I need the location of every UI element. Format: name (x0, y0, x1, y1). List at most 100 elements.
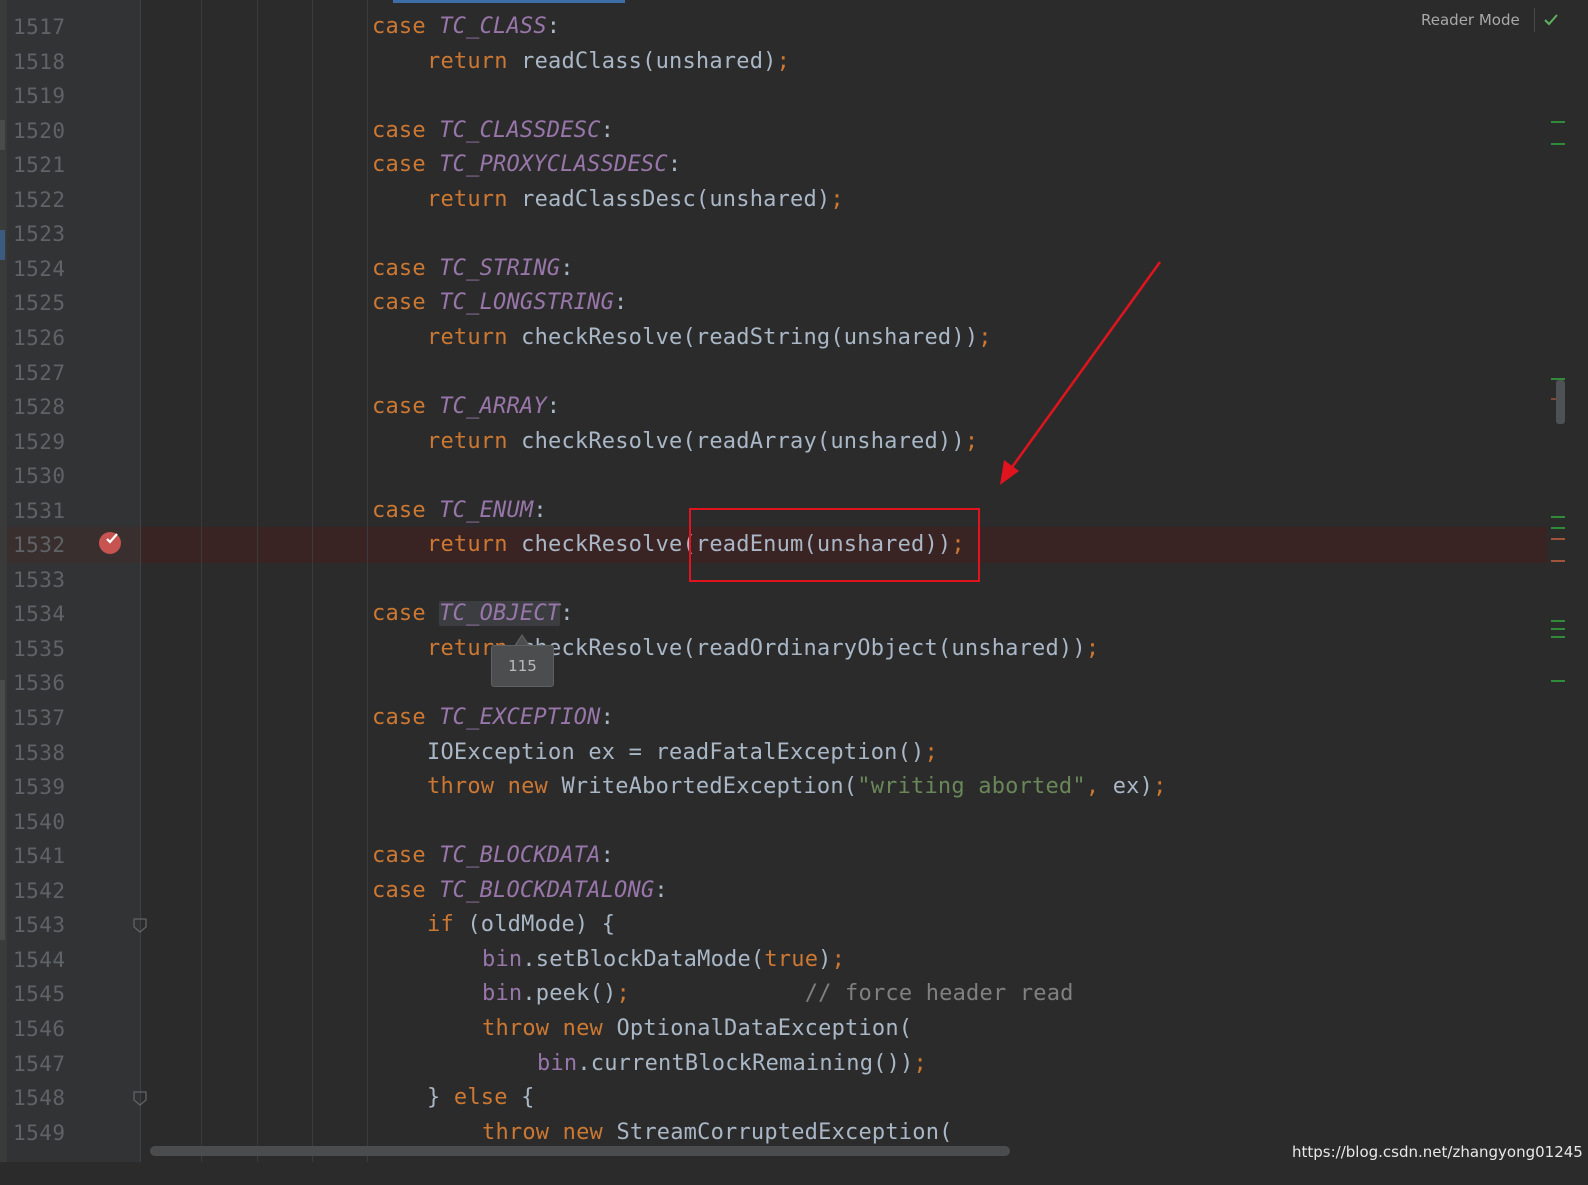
code-line[interactable]: bin.currentBlockRemaining()); (537, 1047, 927, 1081)
code-token: case (372, 290, 440, 316)
code-line[interactable]: case TC_OBJECT: (372, 597, 574, 631)
code-line[interactable]: case TC_EXCEPTION: (372, 701, 614, 735)
change-marker[interactable] (1551, 527, 1565, 529)
code-token: : (546, 14, 561, 39)
line-number[interactable]: 1547 (13, 1047, 73, 1081)
code-line[interactable]: return readClass(unshared); (427, 45, 790, 79)
line-number[interactable]: 1521 (13, 148, 73, 182)
code-line[interactable]: case TC_CLASS: (372, 10, 560, 44)
code-line[interactable]: throw new OptionalDataException( (482, 1012, 912, 1046)
check-icon[interactable] (1543, 12, 1559, 28)
code-line[interactable]: return checkResolve(readArray(unshared))… (427, 425, 978, 459)
inline-value-tooltip: 115 (491, 645, 554, 687)
error-stripe[interactable] (1547, 0, 1588, 1185)
code-token: { (521, 1085, 535, 1111)
code-line[interactable]: return checkResolve(readString(unshared)… (427, 321, 992, 355)
line-number[interactable]: 1530 (13, 459, 73, 493)
code-token: TC_ENUM (439, 497, 534, 523)
line-number[interactable]: 1519 (13, 79, 73, 113)
line-number[interactable]: 1542 (13, 874, 73, 908)
code-line[interactable]: case TC_LONGSTRING: (372, 286, 627, 320)
line-number[interactable]: 1522 (13, 183, 73, 217)
line-number[interactable]: 1541 (13, 839, 73, 873)
code-line[interactable]: case TC_BLOCKDATA: (372, 839, 614, 873)
fold-end-icon[interactable] (133, 1091, 147, 1107)
strip-segment (0, 680, 5, 940)
line-number[interactable]: 1548 (13, 1081, 73, 1115)
code-token: // force header read (804, 981, 1074, 1007)
code-line[interactable]: case TC_BLOCKDATALONG: (372, 874, 668, 908)
code-line[interactable]: IOException ex = readFatalException(); (427, 736, 938, 770)
code-line[interactable]: throw new WriteAbortedException("writing… (427, 770, 1167, 804)
code-token: ) (818, 946, 832, 972)
code-token: bin (537, 1050, 578, 1076)
horizontal-scrollbar-thumb[interactable] (150, 1146, 1010, 1156)
breakpoint-marker[interactable] (1551, 560, 1565, 562)
reader-mode-button[interactable]: Reader Mode (1421, 9, 1520, 31)
line-number[interactable]: 1540 (13, 805, 73, 839)
breakpoint-marker[interactable] (1551, 538, 1565, 540)
line-number[interactable]: 1537 (13, 701, 73, 735)
change-marker[interactable] (1551, 620, 1565, 622)
code-line[interactable]: case TC_PROXYCLASSDESC: (372, 148, 681, 182)
code-token: TC_ARRAY (439, 394, 547, 420)
line-number[interactable]: 1535 (13, 632, 73, 666)
line-number[interactable]: 1523 (13, 217, 73, 251)
line-number[interactable]: 1528 (13, 390, 73, 424)
code-line[interactable]: case TC_CLASSDESC: (372, 114, 614, 148)
code-token: TC_OBJECT (439, 601, 561, 627)
line-number[interactable]: 1543 (13, 908, 73, 942)
code-token: ; (913, 1050, 927, 1076)
code-token: case (372, 705, 440, 730)
code-line[interactable]: } else { (427, 1081, 535, 1115)
code-line[interactable]: case TC_ARRAY: (372, 390, 560, 424)
change-marker[interactable] (1551, 636, 1565, 638)
fold-start-icon[interactable] (133, 918, 147, 934)
annotation-highlight-box (689, 508, 980, 582)
line-number[interactable]: 1536 (13, 666, 73, 700)
line-number[interactable]: 1524 (13, 252, 73, 286)
code-line[interactable]: return readClassDesc(unshared); (427, 183, 844, 217)
line-number[interactable]: 1525 (13, 286, 73, 320)
code-line[interactable]: bin.setBlockDataMode(true); (482, 943, 845, 977)
change-marker[interactable] (1551, 143, 1565, 145)
line-number[interactable]: 1517 (13, 10, 73, 44)
line-number[interactable]: 1538 (13, 736, 73, 770)
code-token: "writing aborted" (857, 774, 1086, 800)
code-line[interactable]: case TC_ENUM: (372, 494, 547, 528)
line-number[interactable]: 1529 (13, 425, 73, 459)
line-number[interactable]: 1544 (13, 943, 73, 977)
code-token: case (372, 601, 440, 627)
line-number[interactable]: 1520 (13, 114, 73, 148)
line-number[interactable]: 1549 (13, 1116, 73, 1150)
line-number[interactable]: 1546 (13, 1012, 73, 1046)
line-number[interactable]: 1532 (13, 528, 73, 562)
change-marker[interactable] (1551, 680, 1565, 682)
line-number[interactable]: 1534 (13, 597, 73, 631)
code-line[interactable]: case TC_STRING: (372, 252, 574, 286)
change-marker[interactable] (1551, 516, 1565, 518)
line-number[interactable]: 1518 (13, 45, 73, 79)
change-marker[interactable] (1551, 628, 1565, 630)
line-number[interactable]: 1527 (13, 356, 73, 390)
line-number[interactable]: 1539 (13, 770, 73, 804)
line-number[interactable]: 1531 (13, 494, 73, 528)
line-number[interactable]: 1545 (13, 977, 73, 1011)
change-marker[interactable] (1551, 121, 1565, 123)
code-token: case (372, 843, 440, 869)
line-number[interactable]: 1526 (13, 321, 73, 355)
breakpoint-icon[interactable] (99, 532, 121, 554)
code-line[interactable]: bin.peek(); // force header read (482, 977, 1074, 1011)
code-token: : (600, 843, 615, 869)
code-line[interactable]: throw new StreamCorruptedException( (482, 1116, 953, 1150)
line-number[interactable]: 1533 (13, 563, 73, 597)
code-editor[interactable]: 1517 case TC_CLASS: 1518 return readClass(u… (0, 0, 1588, 1185)
code-token: ; (831, 946, 846, 972)
code-token: case (372, 877, 440, 903)
vertical-scrollbar-thumb[interactable] (1556, 380, 1565, 424)
code-line[interactable]: if (oldMode) { (427, 908, 615, 942)
code-token: (oldMode) { (467, 912, 616, 938)
annotation-arrow-icon (1000, 261, 1162, 485)
watermark-url: https://blog.csdn.net/zhangyong01245 (1292, 1143, 1583, 1161)
code-token: : (654, 877, 668, 903)
